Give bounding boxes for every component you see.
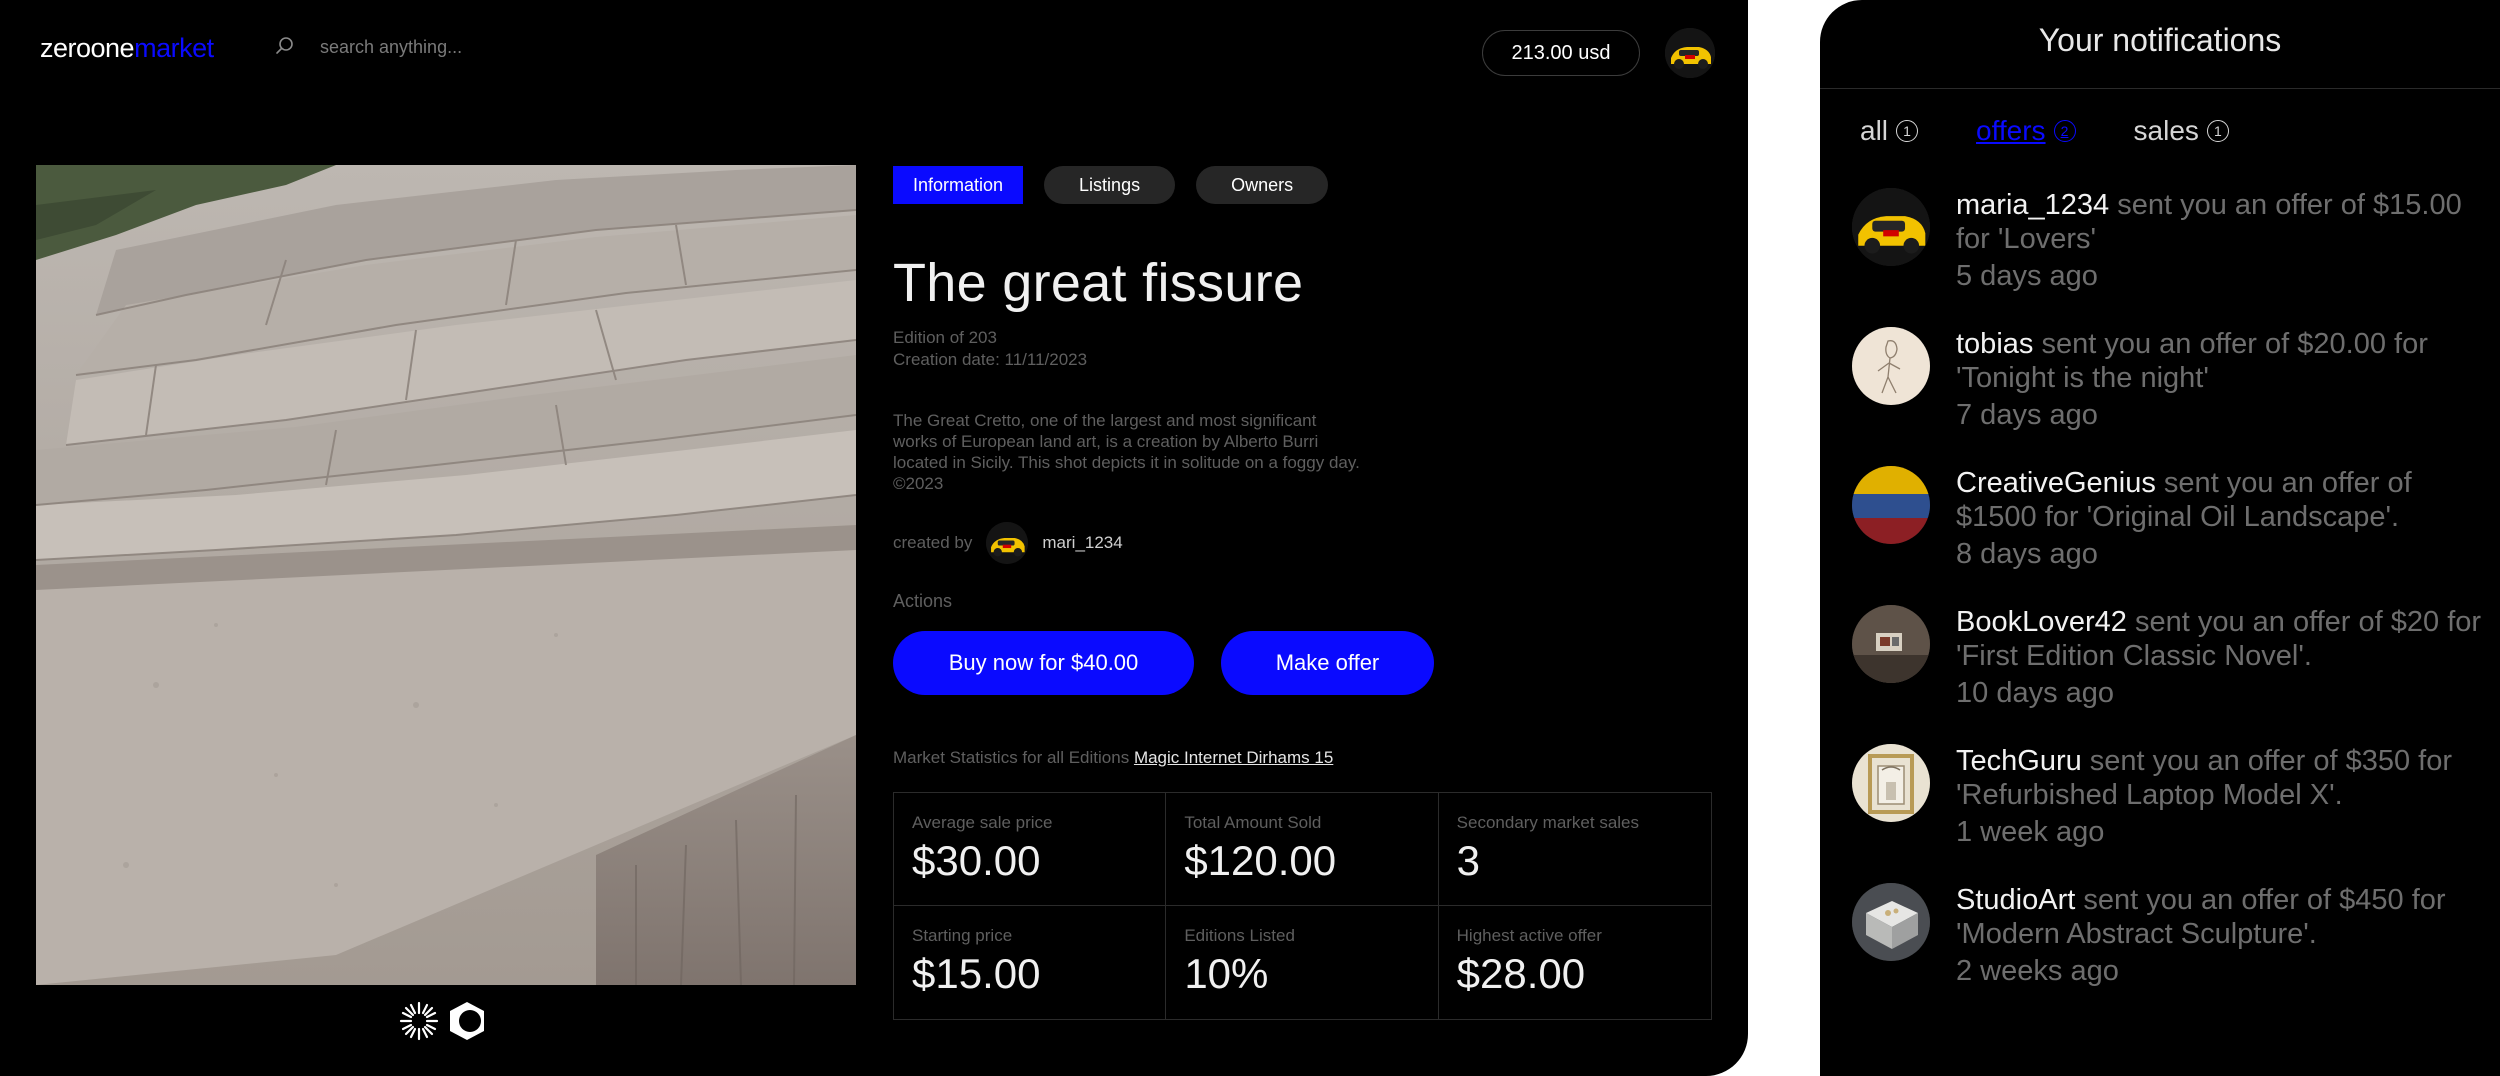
- actions-label: Actions: [893, 591, 953, 611]
- creator-row: created by mari_1234: [893, 522, 1123, 564]
- notification-time: 1 week ago: [1956, 816, 2105, 848]
- notification-item[interactable]: TechGuru sent you an offer of $350 for '…: [1852, 744, 2482, 883]
- stat-cell: Average sale price $30.00: [894, 793, 1167, 906]
- logo[interactable]: zeroonemarket: [40, 33, 214, 64]
- stat-cell: Total Amount Sold $120.00: [1166, 793, 1439, 906]
- filter-all[interactable]: all 1: [1860, 115, 1919, 147]
- creator-avatar[interactable]: [986, 522, 1029, 564]
- stat-label: Highest active offer: [1456, 926, 1602, 945]
- notification-avatar: [1852, 883, 1930, 961]
- notification-message: tobias sent you an offer of $20.00 for '…: [1956, 327, 2482, 395]
- count-badge: 1: [1896, 120, 1919, 142]
- user-avatar[interactable]: [1665, 28, 1715, 78]
- stat-value: $15.00: [912, 950, 1041, 997]
- notification-time: 8 days ago: [1956, 538, 2098, 570]
- notification-avatar: [1852, 327, 1930, 405]
- balance-pill[interactable]: 213.00 usd: [1482, 30, 1640, 76]
- tab-listings[interactable]: Listings: [1044, 166, 1176, 204]
- search-input[interactable]: [320, 32, 740, 62]
- notification-time: 10 days ago: [1956, 677, 2115, 709]
- notification-time: 5 days ago: [1956, 260, 2098, 292]
- notification-item[interactable]: CreativeGenius sent you an offer of $150…: [1852, 466, 2482, 605]
- notification-message: CreativeGenius sent you an offer of $150…: [1956, 466, 2482, 534]
- artwork-image[interactable]: [36, 165, 856, 985]
- notifications-title: Your notifications: [2038, 22, 2282, 58]
- notification-filters: all 1 offers 2 sales 1: [1860, 115, 2229, 147]
- notification-avatar: [1852, 188, 1930, 266]
- notification-time: 7 days ago: [1956, 399, 2098, 431]
- brand-marks: [398, 1000, 488, 1047]
- notification-user[interactable]: TechGuru: [1956, 745, 2082, 777]
- hexagon-icon: [446, 1000, 488, 1047]
- stat-value: $120.00: [1184, 837, 1337, 884]
- stat-label: Editions Listed: [1184, 926, 1295, 945]
- notification-item[interactable]: maria_1234 sent you an offer of $15.00 f…: [1852, 188, 2482, 327]
- count-badge: 1: [2206, 120, 2229, 142]
- stat-cell: Editions Listed 10%: [1166, 906, 1439, 1019]
- make-offer-button[interactable]: Make offer: [1221, 631, 1434, 695]
- notification-user[interactable]: StudioArt: [1956, 884, 2075, 916]
- stat-value: $30.00: [912, 837, 1041, 884]
- logo-text-accent: market: [134, 33, 214, 63]
- notification-message: TechGuru sent you an offer of $350 for '…: [1956, 744, 2482, 812]
- logo-text-primary: zeroone: [40, 33, 135, 63]
- tab-information[interactable]: Information: [893, 166, 1024, 204]
- notification-item[interactable]: BookLover42 sent you an offer of $20 for…: [1852, 605, 2482, 744]
- notification-avatar: [1852, 605, 1930, 683]
- stat-value: 10%: [1184, 950, 1269, 997]
- stat-cell: Secondary market sales 3: [1438, 793, 1711, 906]
- stat-label: Average sale price: [912, 813, 1053, 832]
- notification-avatar: [1852, 744, 1930, 822]
- stat-label: Starting price: [912, 926, 1013, 945]
- filter-label: sales: [2133, 115, 2199, 146]
- notification-message: BookLover42 sent you an offer of $20 for…: [1956, 605, 2482, 673]
- stat-value: 3: [1456, 837, 1481, 884]
- count-badge: 2: [2053, 120, 2076, 142]
- artwork-title: The great fissure: [893, 253, 1304, 313]
- stats-grid: Average sale price $30.00 Total Amount S…: [893, 792, 1712, 1020]
- filter-label: offers: [1976, 115, 2046, 146]
- creation-date: Creation date: 11/11/2023: [893, 350, 1088, 369]
- stat-label: Total Amount Sold: [1184, 813, 1322, 832]
- market-panel: zeroonemarket 213.00 usd: [0, 0, 1748, 1076]
- currency-link[interactable]: Magic Internet Dirhams 15: [1134, 748, 1333, 767]
- notification-user[interactable]: BookLover42: [1956, 606, 2127, 638]
- search-icon[interactable]: [275, 36, 295, 56]
- stat-cell: Starting price $15.00: [894, 906, 1167, 1019]
- notification-item[interactable]: StudioArt sent you an offer of $450 for …: [1852, 883, 2482, 1022]
- notification-item[interactable]: tobias sent you an offer of $20.00 for '…: [1852, 327, 2482, 466]
- filter-label: all: [1860, 115, 1889, 146]
- notification-user[interactable]: CreativeGenius: [1956, 467, 2156, 499]
- detail-tabs: Information Listings Owners: [893, 166, 1329, 204]
- notification-time: 2 weeks ago: [1956, 955, 2119, 987]
- notification-user[interactable]: tobias: [1956, 328, 2033, 360]
- sunburst-icon: [398, 1000, 440, 1047]
- filter-offers[interactable]: offers 2: [1976, 115, 2076, 147]
- stat-cell: Highest active offer $28.00: [1439, 906, 1711, 1019]
- notifications-panel: Your notifications all 1 offers 2 sales …: [1820, 0, 2500, 1076]
- stat-value: $28.00: [1456, 950, 1586, 997]
- edition-count: Edition of 203: [893, 328, 997, 347]
- creator-name[interactable]: mari_1234: [1042, 533, 1122, 553]
- filter-sales[interactable]: sales 1: [2134, 115, 2229, 147]
- notification-message: maria_1234 sent you an offer of $15.00 f…: [1956, 188, 2482, 256]
- notification-avatar: [1852, 466, 1930, 544]
- market-stats-text: Market Statistics for all Editions: [893, 748, 1130, 767]
- divider: [1820, 88, 2500, 89]
- tab-owners[interactable]: Owners: [1196, 166, 1329, 204]
- notification-message: StudioArt sent you an offer of $450 for …: [1956, 883, 2482, 951]
- notification-user[interactable]: maria_1234: [1956, 189, 2109, 221]
- stat-label: Secondary market sales: [1456, 813, 1640, 832]
- market-stats-label: Market Statistics for all Editions Magic…: [893, 748, 1333, 768]
- artwork-description: The Great Cretto, one of the largest and…: [893, 411, 1360, 493]
- created-by-label: created by: [893, 533, 973, 552]
- buy-now-button[interactable]: Buy now for $40.00: [893, 631, 1194, 695]
- notification-list: maria_1234 sent you an offer of $15.00 f…: [1852, 188, 2482, 1022]
